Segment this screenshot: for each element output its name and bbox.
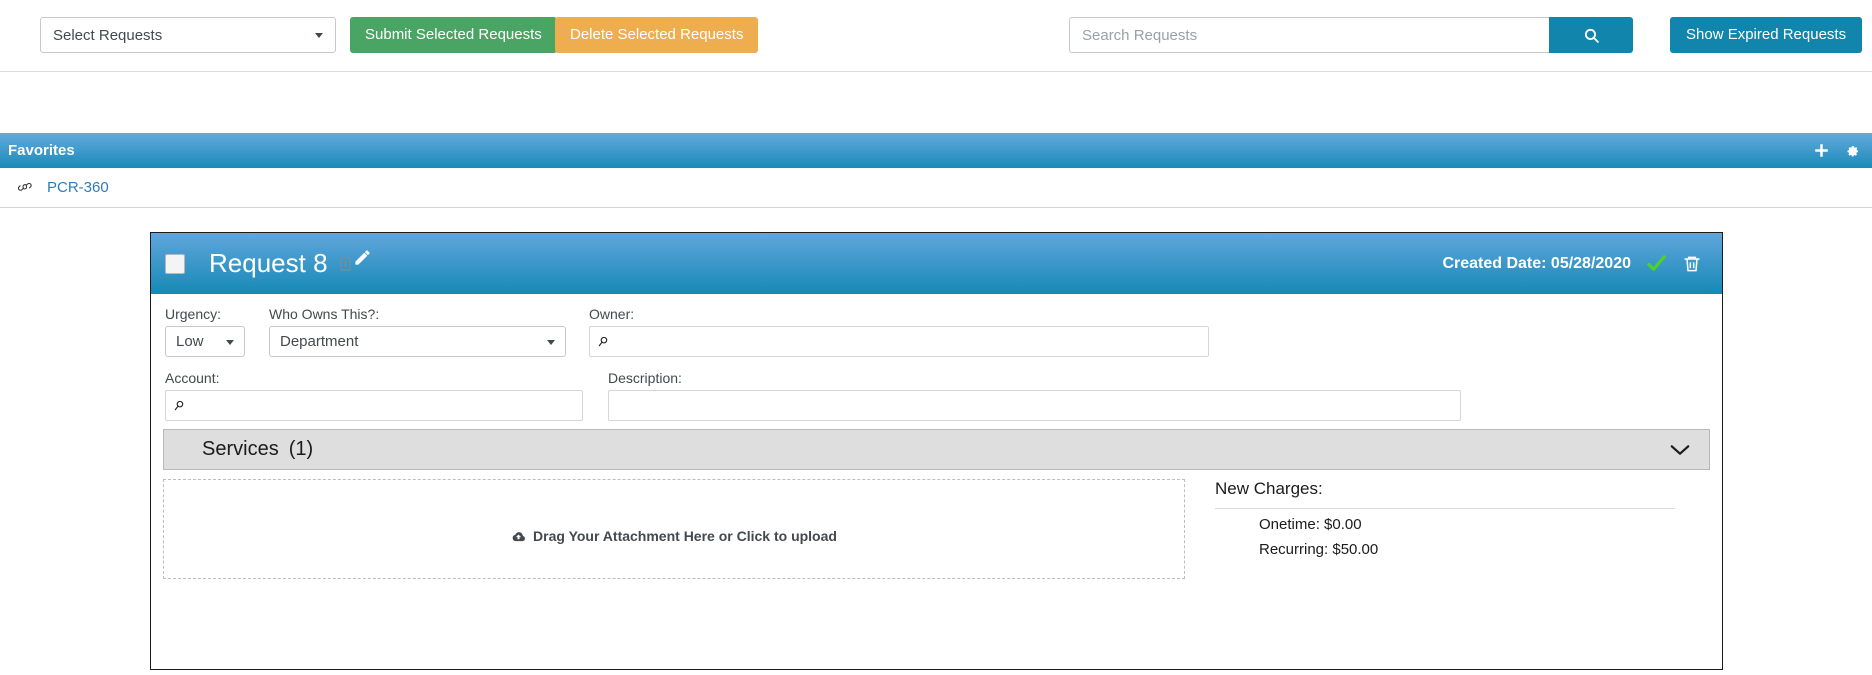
favorites-list: PCR-360 <box>0 168 1872 208</box>
services-label: Services <box>202 438 279 461</box>
chevron-down-icon <box>315 33 323 38</box>
search-input[interactable] <box>1069 17 1549 53</box>
account-label: Account: <box>165 370 583 386</box>
urgency-label: Urgency: <box>165 306 245 322</box>
description-input[interactable] <box>608 390 1461 421</box>
attachment-dropzone[interactable]: Drag Your Attachment Here or Click to up… <box>163 479 1185 579</box>
attachment-dropzone-label: Drag Your Attachment Here or Click to up… <box>533 528 837 544</box>
select-request-checkbox[interactable] <box>165 254 185 274</box>
select-requests-dropdown[interactable]: Select Requests <box>40 17 336 53</box>
cloud-upload-icon <box>511 530 526 543</box>
gear-icon[interactable] <box>1845 143 1860 158</box>
who-owns-this-value: Department <box>280 333 358 350</box>
who-owns-this-select[interactable]: Department <box>269 326 566 357</box>
urgency-select[interactable]: Low <box>165 326 245 357</box>
field-urgency: Urgency: Low <box>165 306 245 357</box>
delete-selected-requests-button[interactable]: Delete Selected Requests <box>555 17 758 53</box>
green-check-icon[interactable] <box>1645 252 1668 275</box>
request-title: Request 8 <box>209 248 328 279</box>
created-date-label: Created Date: 05/28/2020 <box>1442 255 1631 273</box>
owner-label: Owner: <box>589 306 1209 322</box>
pencil-icon[interactable] <box>353 248 372 267</box>
favorites-title: Favorites <box>8 142 75 159</box>
field-who-owns-this: Who Owns This?: Department <box>269 306 566 357</box>
favorite-item-pcr-360[interactable]: PCR-360 <box>47 179 109 196</box>
account-input[interactable] <box>165 390 583 421</box>
magnifier-icon <box>174 400 185 411</box>
request-header-actions: Created Date: 05/28/2020 <box>1442 252 1702 275</box>
new-charges-panel: New Charges: Onetime: $0.00 Recurring: $… <box>1215 479 1675 599</box>
select-requests-label: Select Requests <box>53 27 162 44</box>
field-account: Account: <box>165 370 583 421</box>
favorites-header: Favorites <box>0 133 1872 168</box>
services-count: (1) <box>289 438 313 461</box>
favorites-actions <box>1814 143 1860 158</box>
recurring-charge: Recurring: $50.00 <box>1259 540 1675 559</box>
attachments-and-charges: Drag Your Attachment Here or Click to up… <box>163 479 1710 599</box>
urgency-value: Low <box>176 333 204 350</box>
trash-icon[interactable] <box>1682 253 1702 275</box>
owner-input[interactable] <box>589 326 1209 357</box>
description-label: Description: <box>608 370 1461 386</box>
form-row-2: Account: Description: <box>165 370 1708 421</box>
plus-icon[interactable] <box>1814 143 1829 158</box>
field-owner: Owner: <box>589 306 1209 357</box>
submit-selected-requests-button[interactable]: Submit Selected Requests <box>350 17 557 53</box>
request-card: Request 8 Created Date: 05/28/2020 <box>150 232 1723 670</box>
services-section-header[interactable]: Services (1) <box>163 429 1710 470</box>
who-owns-this-label: Who Owns This?: <box>269 306 566 322</box>
search-group <box>1069 17 1633 53</box>
magnifier-icon <box>598 336 609 347</box>
attachment-dropzone-text-group: Drag Your Attachment Here or Click to up… <box>511 494 837 578</box>
request-form: Urgency: Low Who Owns This?: Department … <box>151 294 1722 421</box>
search-button[interactable] <box>1549 17 1633 53</box>
chevron-down-icon <box>547 340 555 345</box>
top-toolbar: Select Requests Submit Selected Requests… <box>0 0 1872 72</box>
show-expired-requests-button[interactable]: Show Expired Requests <box>1670 17 1862 53</box>
field-description: Description: <box>608 370 1461 421</box>
info-badge-icon[interactable] <box>340 257 351 271</box>
chevron-down-icon[interactable] <box>1669 443 1691 457</box>
new-charges-title: New Charges: <box>1215 479 1675 509</box>
search-icon <box>1583 27 1600 44</box>
form-row-1: Urgency: Low Who Owns This?: Department … <box>165 306 1708 357</box>
chain-link-icon <box>18 180 33 195</box>
onetime-charge: Onetime: $0.00 <box>1259 515 1675 534</box>
request-card-header: Request 8 Created Date: 05/28/2020 <box>151 233 1722 294</box>
chevron-down-icon <box>226 340 234 345</box>
